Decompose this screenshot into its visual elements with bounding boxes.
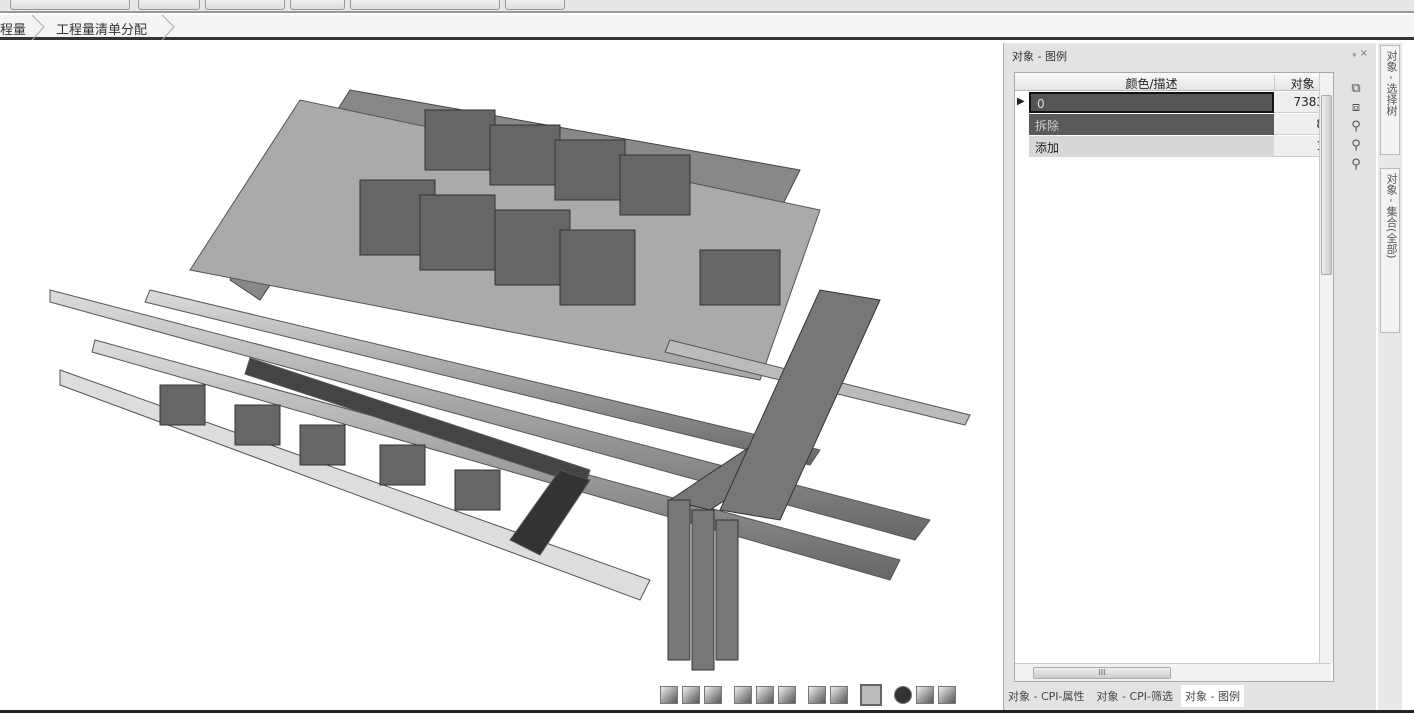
table-row[interactable]: ▶ 0 7383 [1015, 92, 1330, 114]
row-label[interactable]: 添加 [1029, 136, 1274, 157]
tab-selection-tree[interactable]: 对象 - 选择树 [1380, 45, 1400, 155]
breadcrumb: 程量 工程量清单分配 [0, 15, 1414, 40]
vertical-scrollbar[interactable] [1319, 73, 1333, 663]
toolbar-button[interactable] [290, 0, 345, 10]
toolbar-button[interactable] [138, 0, 200, 10]
status-bar [0, 710, 1414, 727]
zoom-in-icon[interactable]: ⚲ [1351, 138, 1361, 153]
toolbar-button[interactable] [10, 0, 130, 10]
panel-pin-close-icon[interactable]: ᵩ × [1352, 48, 1368, 59]
table-row[interactable]: 添加 1 [1015, 136, 1330, 158]
legend-panel: 对象 - 图例 ᵩ × 颜色/描述 对象 ▶ 0 7383 拆除 8 添加 1 … [1003, 43, 1376, 710]
tab-legend[interactable]: 对象 - 图例 [1181, 685, 1244, 707]
scroll-grip[interactable]: III [1033, 667, 1171, 679]
row-label[interactable]: 拆除 [1029, 114, 1274, 135]
chevron-right-icon [161, 15, 175, 40]
panel-title: 对象 - 图例 [1012, 50, 1067, 63]
panel-bottom-tabs: 对象 - CPI-属性 对象 - CPI-筛选 对象 - 图例 [1004, 685, 1244, 707]
zoom-clear-icon[interactable]: ⚲ [1351, 157, 1361, 172]
toolbar-button[interactable] [505, 0, 565, 10]
grid-view-icon[interactable] [860, 684, 882, 706]
view-tool-icon[interactable] [830, 686, 848, 704]
right-side-tabs: 对象 - 选择树 对象 - 集合(全部) [1378, 43, 1402, 710]
grid-header: 颜色/描述 对象 [1015, 73, 1330, 92]
remove-group-icon[interactable]: ⧈ [1352, 100, 1360, 115]
row-label[interactable]: 0 [1029, 92, 1274, 113]
add-group-icon[interactable]: ⧉ [1351, 81, 1360, 96]
column-header-desc[interactable]: 颜色/描述 [1029, 75, 1274, 92]
render-mode-icon[interactable] [894, 686, 912, 704]
tab-sets[interactable]: 对象 - 集合(全部) [1380, 168, 1400, 333]
chevron-right-icon [31, 15, 45, 40]
view-tool-icon[interactable] [756, 686, 774, 704]
view-tool-icon[interactable] [808, 686, 826, 704]
breadcrumb-item[interactable]: 工程量清单分配 [56, 19, 147, 38]
view-tool-icon[interactable] [916, 686, 934, 704]
search-icon[interactable]: ⚲ [1351, 119, 1361, 134]
view-tool-icon[interactable] [682, 686, 700, 704]
view-tool-icon[interactable] [704, 686, 722, 704]
3d-model-render [49, 89, 971, 671]
toolbar-button[interactable] [350, 0, 500, 10]
row-selector-icon: ▶ [1017, 96, 1025, 107]
view-tool-icon[interactable] [734, 686, 752, 704]
legend-grid: 颜色/描述 对象 ▶ 0 7383 拆除 8 添加 1 III [1014, 72, 1334, 682]
toolbar-button[interactable] [205, 0, 285, 10]
viewport-toolbar [660, 683, 956, 707]
view-tool-icon[interactable] [938, 686, 956, 704]
horizontal-scrollbar[interactable]: III [1015, 663, 1331, 681]
tab-cpi-filter[interactable]: 对象 - CPI-筛选 [1093, 685, 1178, 707]
table-row[interactable]: 拆除 8 [1015, 114, 1330, 136]
view-tool-icon[interactable] [660, 686, 678, 704]
panel-side-tools: ⧉ ⧈ ⚲ ⚲ ⚲ [1344, 81, 1368, 172]
3d-model-viewport[interactable] [0, 40, 1000, 710]
tab-cpi-properties[interactable]: 对象 - CPI-属性 [1004, 685, 1089, 707]
top-toolbar [0, 0, 1414, 13]
breadcrumb-item[interactable]: 程量 [0, 19, 26, 38]
view-tool-icon[interactable] [778, 686, 796, 704]
